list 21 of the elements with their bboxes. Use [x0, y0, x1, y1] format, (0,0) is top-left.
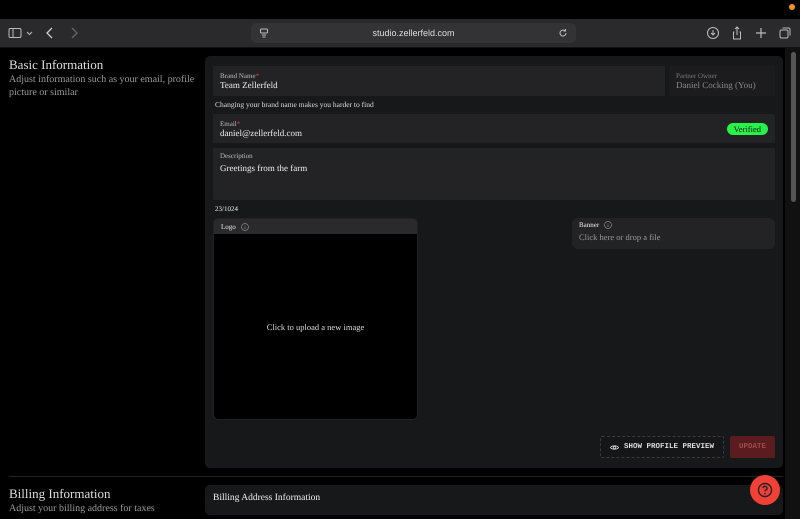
tabs-overview-icon[interactable]	[778, 26, 792, 40]
section-title: Basic Information	[9, 57, 104, 73]
section-description: Adjust your billing address for taxes	[9, 502, 156, 515]
page-settings-icon[interactable]	[259, 28, 269, 38]
card-title: Billing Address Information	[213, 493, 320, 503]
upload-prompt: Click to upload a new image	[266, 322, 364, 332]
section-description: Adjust information such as your email, profile picture or similar	[9, 73, 196, 99]
help-icon	[757, 482, 773, 498]
info-icon	[240, 222, 249, 230]
download-icon[interactable]	[706, 26, 720, 40]
section-title: Billing Information	[9, 486, 112, 502]
verified-badge: Verified	[726, 122, 768, 134]
scrollbar-thumb[interactable]	[791, 52, 796, 202]
recording-indicator	[789, 4, 795, 10]
new-tab-icon[interactable]	[754, 26, 768, 40]
address-bar[interactable]: studio.zellerfeld.com	[372, 28, 455, 38]
reload-icon[interactable]	[558, 28, 568, 38]
share-icon[interactable]	[730, 26, 744, 40]
info-icon	[604, 221, 612, 229]
sidebar-icon[interactable]	[8, 26, 22, 40]
eye-icon	[610, 442, 619, 452]
